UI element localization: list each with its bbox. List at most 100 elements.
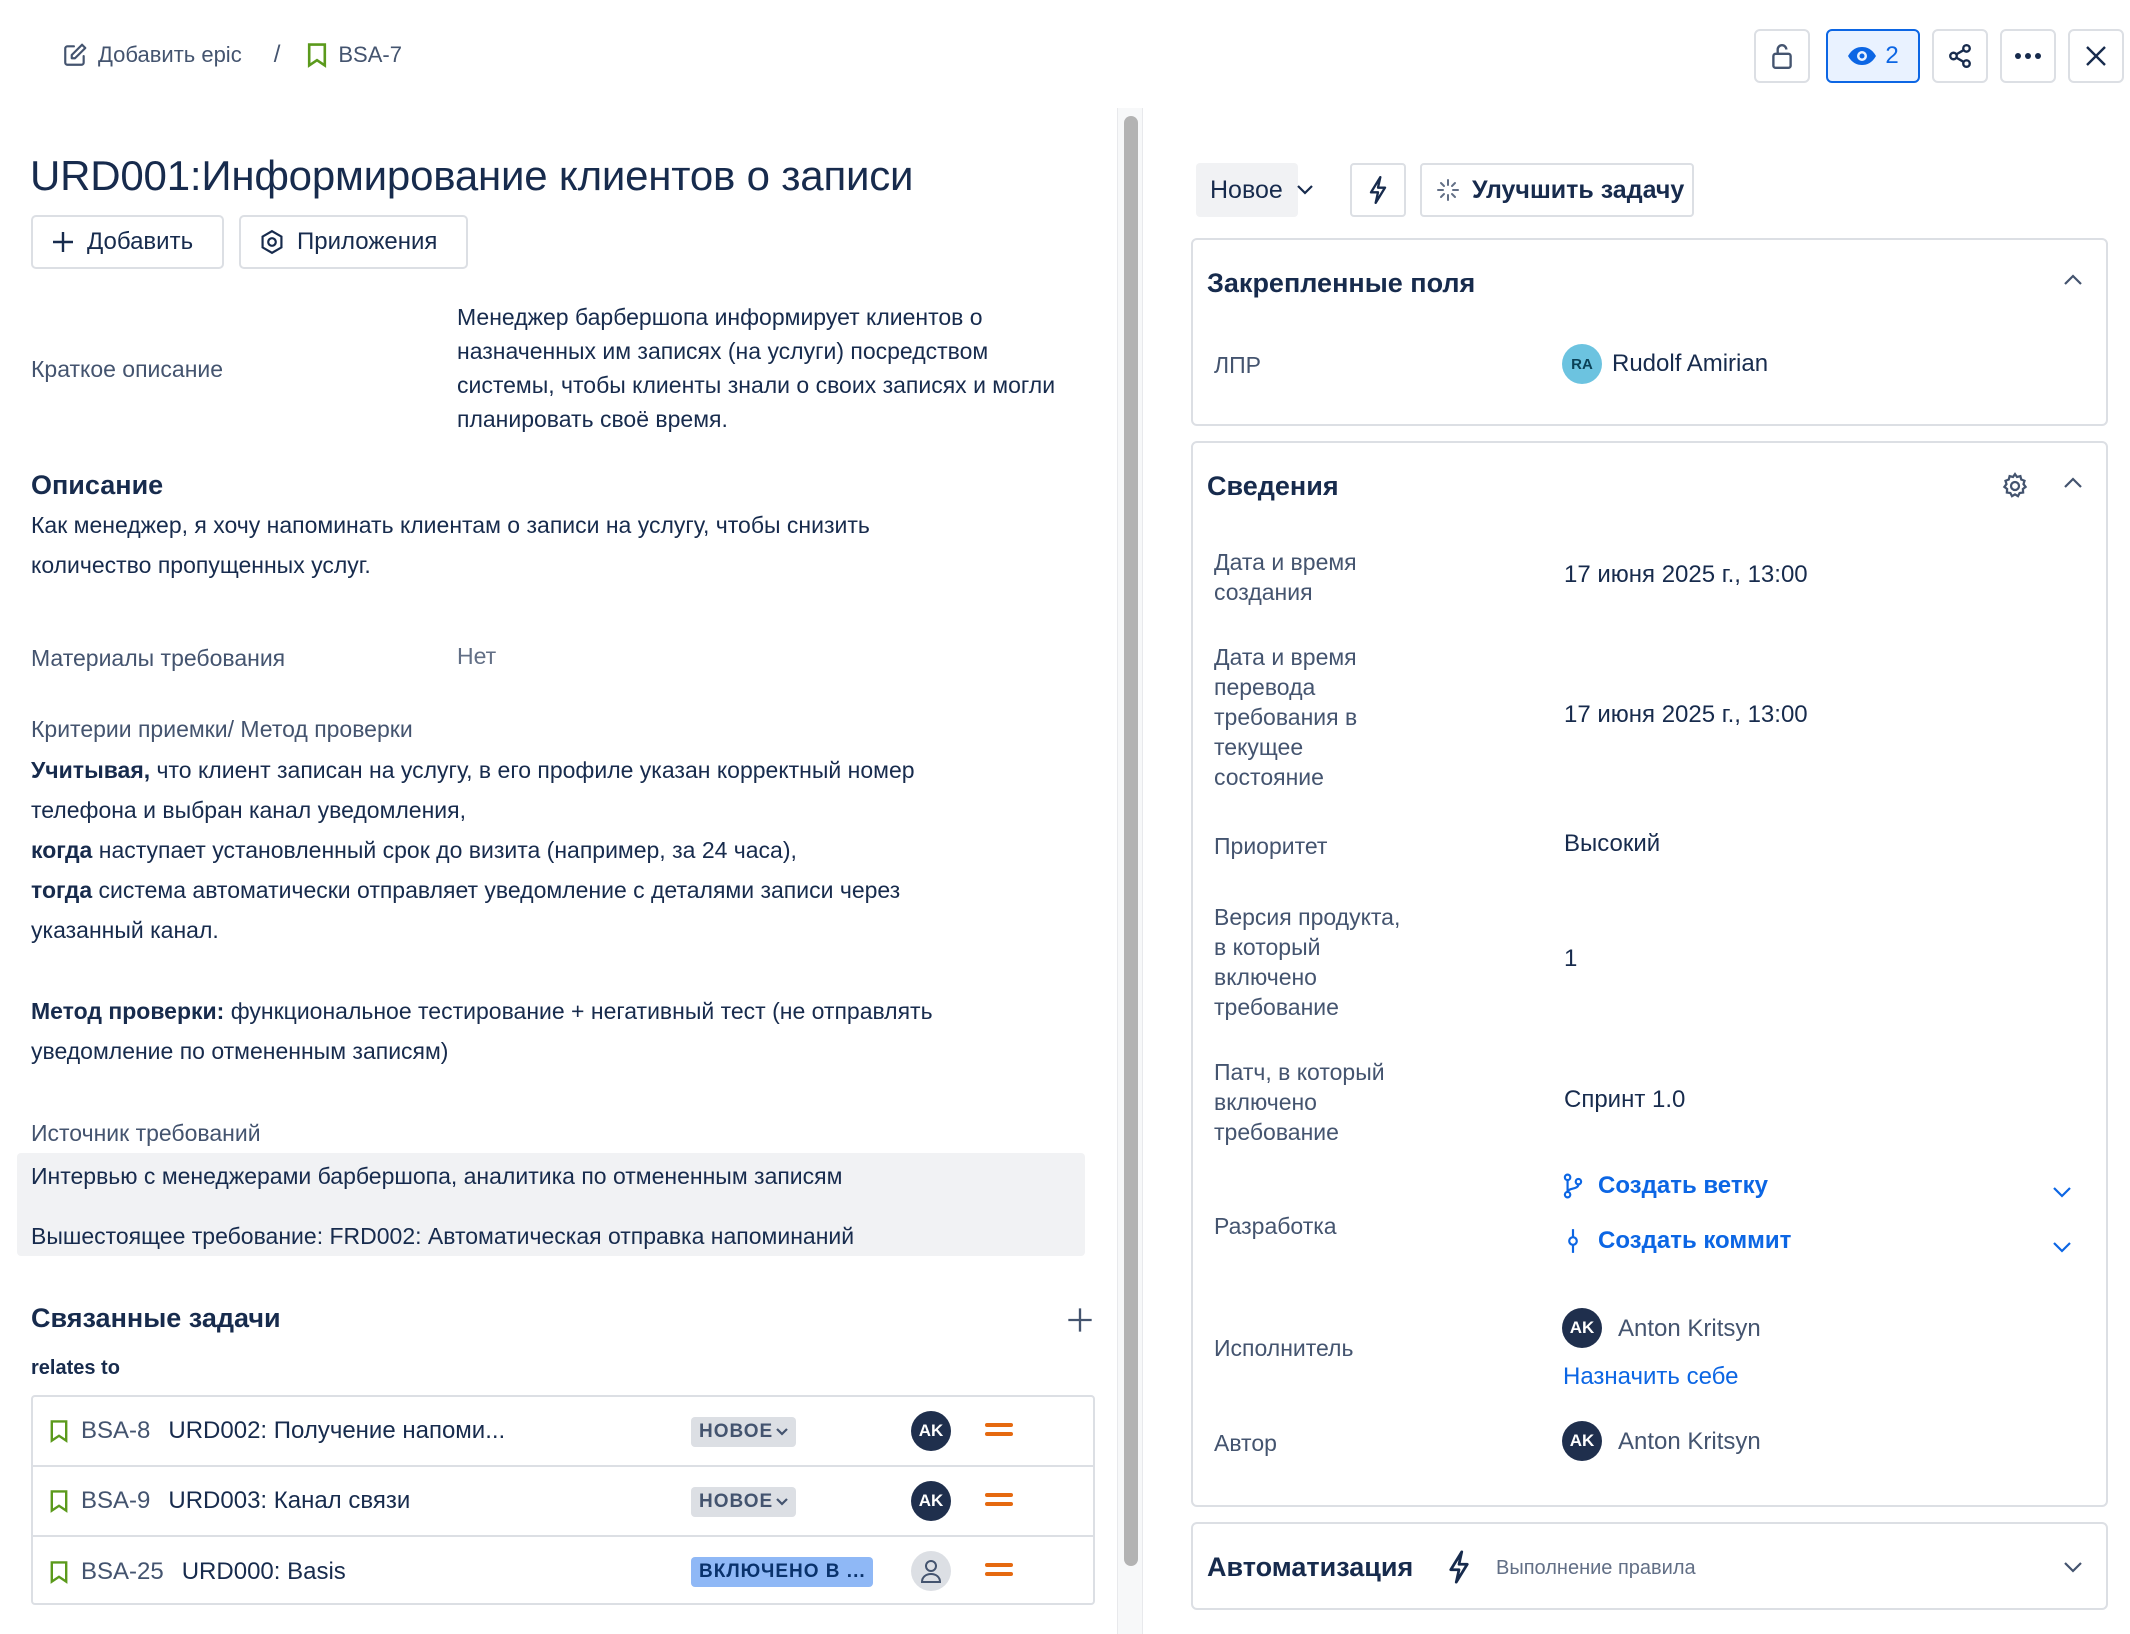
criteria-given[interactable]: Учитывая, что клиент записан на услугу, …: [31, 750, 915, 790]
status-lozenge[interactable]: ВКЛЮЧЕНО В ...: [691, 1557, 873, 1587]
criteria-given-bold: Учитывая,: [31, 757, 151, 783]
more-actions-button[interactable]: [2000, 29, 2056, 83]
details-title[interactable]: Сведения: [1207, 471, 1339, 502]
linked-issue-key[interactable]: BSA-8: [81, 1417, 150, 1445]
status-lozenge-label: ВКЛЮЧЕНО В ...: [699, 1561, 866, 1582]
materials-value[interactable]: Нет: [457, 643, 496, 670]
criteria-then-bold: тогда: [31, 877, 93, 903]
short-desc-label: Краткое описание: [31, 356, 224, 382]
lock-button[interactable]: [1754, 29, 1810, 83]
linked-issue-summary[interactable]: URD003: Канал связи: [168, 1487, 410, 1515]
chevron-down-icon: [1297, 185, 1313, 195]
source-line-1: Интервью с менеджерами барбершопа, анали…: [31, 1163, 843, 1189]
criteria-given-line2[interactable]: телефона и выбран канал уведомления,: [31, 790, 466, 830]
label-line: в который: [1214, 934, 1321, 960]
pinned-fields-title[interactable]: Закрепленные поля: [1207, 268, 1475, 299]
criteria-when-bold: когда: [31, 837, 93, 863]
short-desc-value[interactable]: Менеджер барбершопа информирует клиентов…: [457, 300, 1067, 436]
pinned-fields-panel: Закрепленные поля ЛПР RA Rudolf Amirian: [1191, 238, 2108, 426]
linked-issue-row[interactable]: BSA-8 URD002: Получение напоми... НОВОЕ …: [33, 1397, 1093, 1467]
share-button[interactable]: [1932, 29, 1988, 83]
description-line-2[interactable]: количество пропущенных услуг.: [31, 545, 371, 585]
story-icon: [306, 42, 328, 68]
issue-key-link[interactable]: BSA-7: [338, 42, 402, 68]
unlock-icon: [1769, 42, 1795, 70]
label-line: требование: [1214, 1119, 1339, 1145]
description-line-1[interactable]: Как менеджер, я хочу напоминать клиентам…: [31, 505, 870, 545]
criteria-when[interactable]: когда наступает установленный срок до ви…: [31, 830, 797, 870]
edit-icon[interactable]: [62, 42, 88, 68]
priority-medium-icon: [985, 1558, 1013, 1581]
create-branch-label: Создать ветку: [1598, 1172, 1768, 1199]
automation-title: Автоматизация: [1207, 1552, 1414, 1582]
linked-issue-row[interactable]: BSA-9 URD003: Канал связи НОВОЕ AK: [33, 1467, 1093, 1537]
create-commit-link[interactable]: Создать коммит: [1562, 1227, 1791, 1255]
label-line: состояние: [1214, 764, 1324, 790]
status-lozenge[interactable]: НОВОЕ: [691, 1417, 797, 1447]
lpr-value[interactable]: Rudolf Amirian: [1612, 350, 1768, 378]
improve-task-label: Улучшить задачу: [1472, 175, 1685, 204]
scrollbar-thumb[interactable]: [1124, 116, 1138, 1566]
linked-issue-key[interactable]: BSA-25: [81, 1558, 164, 1586]
rule-execution-label: Выполнение правила: [1496, 1557, 1696, 1579]
criteria-method-bold: Метод проверки:: [31, 998, 225, 1024]
apps-button[interactable]: Приложения: [239, 215, 468, 269]
criteria-method[interactable]: Метод проверки: функциональное тестирова…: [31, 991, 933, 1031]
version-value[interactable]: 1: [1564, 945, 1577, 973]
criteria-label: Критерии приемки/ Метод проверки: [31, 716, 413, 742]
criteria-then-line2[interactable]: указанный канал.: [31, 910, 219, 950]
create-branch-link[interactable]: Создать ветку: [1562, 1172, 1768, 1200]
assignee-label: Исполнитель: [1214, 1335, 1354, 1361]
branch-icon: [1562, 1173, 1584, 1199]
issue-title[interactable]: URD001:Информирование клиентов о записи: [30, 152, 914, 200]
avatar[interactable]: AK: [911, 1411, 951, 1451]
status-lozenge[interactable]: НОВОЕ: [691, 1487, 797, 1517]
eye-icon: [1847, 45, 1877, 67]
linked-issue-key[interactable]: BSA-9: [81, 1487, 150, 1515]
collapse-button[interactable]: [2064, 477, 2082, 488]
development-label: Разработка: [1214, 1213, 1337, 1239]
linked-issue-summary[interactable]: URD002: Получение напоми...: [168, 1417, 505, 1445]
settings-button[interactable]: [2000, 471, 2030, 501]
created-label: Дата и время создания: [1214, 547, 1357, 607]
created-value: 17 июня 2025 г., 13:00: [1564, 561, 1808, 588]
assign-to-me-link[interactable]: Назначить себе: [1563, 1363, 1738, 1391]
patch-value[interactable]: Спринт 1.0: [1564, 1086, 1685, 1114]
transition-label: Дата и время перевода требования в текущ…: [1214, 642, 1357, 792]
criteria-method-line2[interactable]: уведомление по отмененным записям): [31, 1031, 448, 1071]
assignee-value[interactable]: Anton Kritsyn: [1618, 1315, 1761, 1343]
expand-button[interactable]: [2064, 1562, 2082, 1573]
actions-button[interactable]: [1350, 163, 1406, 217]
unassigned-avatar[interactable]: [911, 1551, 951, 1591]
add-epic-link[interactable]: Добавить epic: [98, 42, 242, 68]
label-line: требования в: [1214, 704, 1358, 730]
add-link-button[interactable]: [1066, 1306, 1094, 1334]
watchers-button[interactable]: 2: [1826, 29, 1920, 83]
commit-icon: [1562, 1228, 1584, 1254]
avatar[interactable]: AK: [911, 1481, 951, 1521]
priority-medium-icon: [985, 1418, 1013, 1441]
priority-value[interactable]: Высокий: [1564, 830, 1660, 858]
priority-medium-icon: [985, 1488, 1013, 1511]
linked-issue-row[interactable]: BSA-25 URD000: Basis ВКЛЮЧЕНО В ...: [33, 1537, 1093, 1607]
author-value[interactable]: Anton Kritsyn: [1618, 1428, 1761, 1456]
source-label: Источник требований: [31, 1120, 261, 1146]
plus-icon: [51, 230, 75, 254]
story-icon: [49, 1419, 69, 1443]
label-line: перевода: [1214, 674, 1316, 700]
relation-label: relates to: [31, 1357, 120, 1379]
linked-issue-summary[interactable]: URD000: Basis: [182, 1558, 346, 1586]
chevron-down-icon: [2053, 1187, 2071, 1198]
criteria-then[interactable]: тогда система автоматически отправляет у…: [31, 870, 900, 910]
version-label: Версия продукта, в который включено треб…: [1214, 902, 1400, 1022]
automation-panel[interactable]: Автоматизация Выполнение правила: [1191, 1522, 2108, 1610]
status-dropdown[interactable]: Новое: [1196, 163, 1313, 217]
commit-expand-button[interactable]: [2053, 1242, 2071, 1253]
label-line: текущее: [1214, 734, 1304, 760]
branch-expand-button[interactable]: [2053, 1187, 2071, 1198]
close-button[interactable]: [2068, 29, 2124, 83]
sparkle-icon: [1436, 178, 1460, 202]
add-button[interactable]: Добавить: [31, 215, 224, 269]
collapse-button[interactable]: [2064, 274, 2082, 285]
improve-task-button[interactable]: Улучшить задачу: [1420, 163, 1694, 217]
